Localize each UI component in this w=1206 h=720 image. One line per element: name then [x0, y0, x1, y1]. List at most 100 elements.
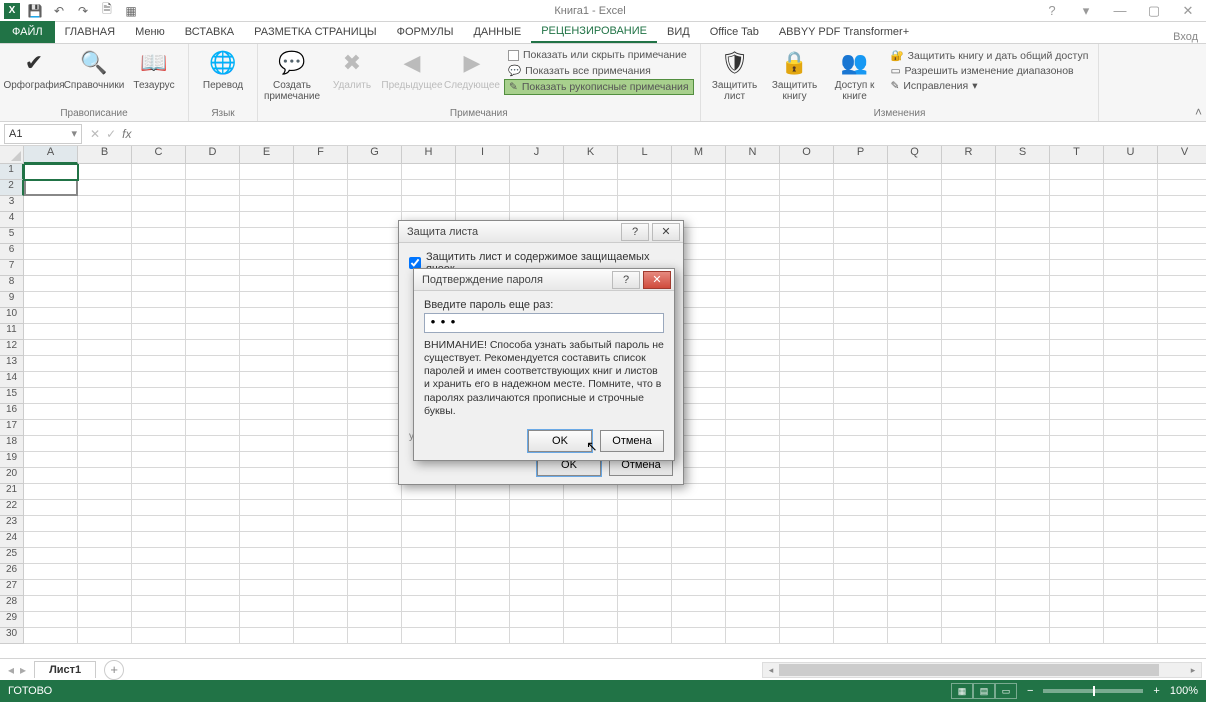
- zoom-slider[interactable]: [1043, 689, 1143, 693]
- help-icon[interactable]: ?: [1040, 2, 1064, 20]
- cell-N27[interactable]: [726, 580, 780, 596]
- cell-T4[interactable]: [1050, 212, 1104, 228]
- cell-U22[interactable]: [1104, 500, 1158, 516]
- cell-D8[interactable]: [186, 276, 240, 292]
- col-header-R[interactable]: R: [942, 146, 996, 164]
- cell-D14[interactable]: [186, 372, 240, 388]
- cell-A30[interactable]: [24, 628, 78, 644]
- view-buttons[interactable]: ▦ ▤ ▭: [951, 683, 1017, 699]
- cell-S2[interactable]: [996, 180, 1050, 196]
- cell-B2[interactable]: [78, 180, 132, 196]
- cell-T20[interactable]: [1050, 468, 1104, 484]
- cell-A28[interactable]: [24, 596, 78, 612]
- cell-Q5[interactable]: [888, 228, 942, 244]
- cell-G16[interactable]: [348, 404, 402, 420]
- cell-U26[interactable]: [1104, 564, 1158, 580]
- cell-R26[interactable]: [942, 564, 996, 580]
- cell-R28[interactable]: [942, 596, 996, 612]
- cell-F22[interactable]: [294, 500, 348, 516]
- cell-G11[interactable]: [348, 324, 402, 340]
- cell-O14[interactable]: [780, 372, 834, 388]
- cell-Q6[interactable]: [888, 244, 942, 260]
- cell-S21[interactable]: [996, 484, 1050, 500]
- cell-U13[interactable]: [1104, 356, 1158, 372]
- cell-A18[interactable]: [24, 436, 78, 452]
- cell-O22[interactable]: [780, 500, 834, 516]
- cell-G22[interactable]: [348, 500, 402, 516]
- col-header-A[interactable]: A: [24, 146, 78, 164]
- cell-R1[interactable]: [942, 164, 996, 180]
- cell-T24[interactable]: [1050, 532, 1104, 548]
- cell-U23[interactable]: [1104, 516, 1158, 532]
- cell-B1[interactable]: [78, 164, 132, 180]
- cell-D27[interactable]: [186, 580, 240, 596]
- cell-V25[interactable]: [1158, 548, 1206, 564]
- cell-F23[interactable]: [294, 516, 348, 532]
- cell-U18[interactable]: [1104, 436, 1158, 452]
- cell-D22[interactable]: [186, 500, 240, 516]
- cell-M25[interactable]: [672, 548, 726, 564]
- cell-O19[interactable]: [780, 452, 834, 468]
- row-header-21[interactable]: 21: [0, 484, 24, 500]
- cell-J2[interactable]: [510, 180, 564, 196]
- cell-M29[interactable]: [672, 612, 726, 628]
- cell-F9[interactable]: [294, 292, 348, 308]
- cell-F24[interactable]: [294, 532, 348, 548]
- maximize-button[interactable]: ▢: [1142, 2, 1166, 20]
- cell-S9[interactable]: [996, 292, 1050, 308]
- qat-redo[interactable]: ↷: [74, 2, 92, 20]
- cell-G29[interactable]: [348, 612, 402, 628]
- cell-D1[interactable]: [186, 164, 240, 180]
- cell-K2[interactable]: [564, 180, 618, 196]
- cell-L1[interactable]: [618, 164, 672, 180]
- cell-N5[interactable]: [726, 228, 780, 244]
- tab-layout[interactable]: РАЗМЕТКА СТРАНИЦЫ: [244, 21, 386, 43]
- cell-D2[interactable]: [186, 180, 240, 196]
- cell-V23[interactable]: [1158, 516, 1206, 532]
- cell-U5[interactable]: [1104, 228, 1158, 244]
- cell-B6[interactable]: [78, 244, 132, 260]
- cell-V13[interactable]: [1158, 356, 1206, 372]
- cell-D24[interactable]: [186, 532, 240, 548]
- cell-F18[interactable]: [294, 436, 348, 452]
- cell-S13[interactable]: [996, 356, 1050, 372]
- cell-V15[interactable]: [1158, 388, 1206, 404]
- cell-R8[interactable]: [942, 276, 996, 292]
- cell-T7[interactable]: [1050, 260, 1104, 276]
- cell-M21[interactable]: [672, 484, 726, 500]
- cell-Q10[interactable]: [888, 308, 942, 324]
- cell-F19[interactable]: [294, 452, 348, 468]
- cell-G15[interactable]: [348, 388, 402, 404]
- cell-Q9[interactable]: [888, 292, 942, 308]
- cell-G3[interactable]: [348, 196, 402, 212]
- cell-J3[interactable]: [510, 196, 564, 212]
- qat-new[interactable]: 🗎: [98, 2, 116, 20]
- cell-S10[interactable]: [996, 308, 1050, 324]
- cell-B14[interactable]: [78, 372, 132, 388]
- cell-D5[interactable]: [186, 228, 240, 244]
- cell-U30[interactable]: [1104, 628, 1158, 644]
- cell-C18[interactable]: [132, 436, 186, 452]
- cell-O23[interactable]: [780, 516, 834, 532]
- cell-T6[interactable]: [1050, 244, 1104, 260]
- col-header-E[interactable]: E: [240, 146, 294, 164]
- cell-T16[interactable]: [1050, 404, 1104, 420]
- cell-G1[interactable]: [348, 164, 402, 180]
- cell-V3[interactable]: [1158, 196, 1206, 212]
- cell-U1[interactable]: [1104, 164, 1158, 180]
- cell-F20[interactable]: [294, 468, 348, 484]
- cell-O6[interactable]: [780, 244, 834, 260]
- cell-S11[interactable]: [996, 324, 1050, 340]
- cell-R27[interactable]: [942, 580, 996, 596]
- row-header-13[interactable]: 13: [0, 356, 24, 372]
- cell-S1[interactable]: [996, 164, 1050, 180]
- cell-S20[interactable]: [996, 468, 1050, 484]
- row-header-4[interactable]: 4: [0, 212, 24, 228]
- cell-R16[interactable]: [942, 404, 996, 420]
- row-header-28[interactable]: 28: [0, 596, 24, 612]
- cell-T25[interactable]: [1050, 548, 1104, 564]
- cell-P4[interactable]: [834, 212, 888, 228]
- cell-C2[interactable]: [132, 180, 186, 196]
- cell-D19[interactable]: [186, 452, 240, 468]
- cell-V22[interactable]: [1158, 500, 1206, 516]
